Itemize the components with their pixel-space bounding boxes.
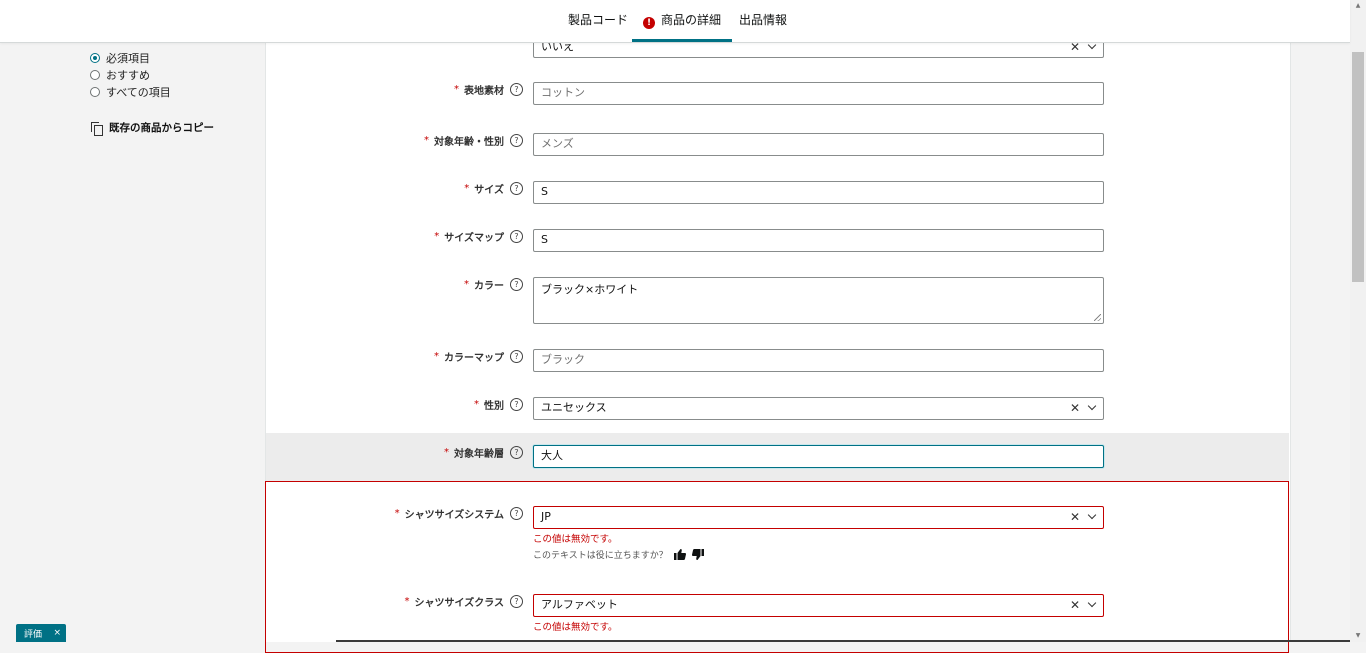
tab-product-details[interactable]: ! 商品の詳細 bbox=[632, 0, 733, 42]
gender-label: * 性別? bbox=[474, 397, 523, 412]
color-map-input[interactable]: ブラック bbox=[533, 349, 1104, 372]
copy-icon bbox=[91, 121, 103, 136]
clear-icon[interactable]: ✕ bbox=[1070, 398, 1080, 418]
copy-label: 既存の商品からコピー bbox=[109, 122, 214, 134]
size-input[interactable]: S bbox=[533, 181, 1104, 204]
feedback-tab[interactable]: 評価 × bbox=[16, 624, 66, 642]
age-range-label: * 対象年齢層? bbox=[444, 445, 523, 460]
target-age-gender-input[interactable]: メンズ bbox=[533, 133, 1104, 156]
filter-recommended[interactable]: おすすめ bbox=[90, 67, 150, 83]
help-icon[interactable]: ? bbox=[510, 230, 523, 243]
tab-label: 製品コード bbox=[568, 13, 629, 27]
color-textarea[interactable]: ブラック×ホワイト bbox=[533, 277, 1104, 324]
chevron-down-icon[interactable] bbox=[1087, 510, 1097, 520]
radio-icon bbox=[90, 53, 100, 63]
alert-icon: ! bbox=[643, 17, 655, 29]
scrollbar-thumb[interactable] bbox=[1352, 52, 1364, 282]
help-icon[interactable]: ? bbox=[510, 350, 523, 363]
filter-label: おすすめ bbox=[106, 69, 150, 82]
size-label: * サイズ? bbox=[464, 181, 523, 196]
help-icon[interactable]: ? bbox=[510, 595, 523, 608]
help-icon[interactable]: ? bbox=[510, 507, 523, 520]
tab-product-code[interactable]: 製品コード bbox=[568, 0, 628, 42]
surface-material-label: * 表地素材? bbox=[454, 82, 523, 97]
radio-icon bbox=[90, 87, 100, 97]
resize-handle-icon[interactable] bbox=[1094, 314, 1101, 321]
gender-select[interactable]: ユニセックス ✕ bbox=[533, 397, 1104, 420]
shirt-size-system-select[interactable]: JP ✕ bbox=[533, 506, 1104, 529]
section-tabs: 製品コード ! 商品の詳細 出品情報 bbox=[0, 0, 1350, 43]
copy-from-existing-link[interactable]: 既存の商品からコピー bbox=[91, 120, 214, 136]
helpful-feedback: このテキストは役に立ちますか？ bbox=[533, 548, 704, 561]
chevron-down-icon[interactable] bbox=[1087, 401, 1097, 411]
help-icon[interactable]: ? bbox=[510, 134, 523, 147]
close-icon[interactable]: × bbox=[53, 628, 61, 638]
color-map-label: * カラーマップ? bbox=[434, 349, 523, 364]
size-map-input[interactable]: S bbox=[533, 229, 1104, 252]
age-range-input[interactable]: 大人 bbox=[533, 445, 1104, 468]
filter-required[interactable]: 必須項目 bbox=[90, 50, 150, 66]
tab-label: 商品の詳細 bbox=[661, 13, 722, 27]
clear-icon[interactable]: ✕ bbox=[1070, 595, 1080, 615]
scroll-up-icon[interactable]: ▲ bbox=[1350, 0, 1366, 12]
shirt-size-system-label: * シャツサイズシステム? bbox=[395, 506, 523, 521]
filter-all[interactable]: すべての項目 bbox=[90, 84, 171, 100]
radio-icon bbox=[90, 70, 100, 80]
thumbs-down-icon[interactable] bbox=[691, 549, 704, 560]
scroll-down-icon[interactable]: ▼ bbox=[1350, 630, 1366, 642]
shirt-size-class-select[interactable]: アルファベット ✕ bbox=[533, 594, 1104, 617]
size-map-label: * サイズマップ? bbox=[434, 229, 523, 244]
target-age-gender-label: * 対象年齢・性別? bbox=[424, 133, 523, 148]
filter-label: すべての項目 bbox=[106, 86, 171, 99]
tab-label: 出品情報 bbox=[739, 13, 788, 27]
thumbs-up-icon[interactable] bbox=[673, 549, 686, 560]
surface-material-input[interactable]: コットン bbox=[533, 82, 1104, 105]
help-icon[interactable]: ? bbox=[510, 182, 523, 195]
help-icon[interactable]: ? bbox=[510, 446, 523, 459]
tab-offer-info[interactable]: 出品情報 bbox=[739, 0, 787, 42]
help-icon[interactable]: ? bbox=[510, 398, 523, 411]
clear-icon[interactable]: ✕ bbox=[1070, 507, 1080, 527]
error-message: この値は無効です。 bbox=[533, 622, 618, 633]
color-label: * カラー? bbox=[464, 277, 523, 292]
shirt-size-class-label: * シャツサイズクラス? bbox=[405, 594, 523, 609]
error-message: この値は無効です。 bbox=[533, 534, 618, 545]
feedback-label: 評価 bbox=[24, 629, 43, 640]
help-icon[interactable]: ? bbox=[510, 83, 523, 96]
help-icon[interactable]: ? bbox=[510, 278, 523, 291]
filter-label: 必須項目 bbox=[106, 52, 150, 65]
chevron-down-icon[interactable] bbox=[1087, 598, 1097, 608]
